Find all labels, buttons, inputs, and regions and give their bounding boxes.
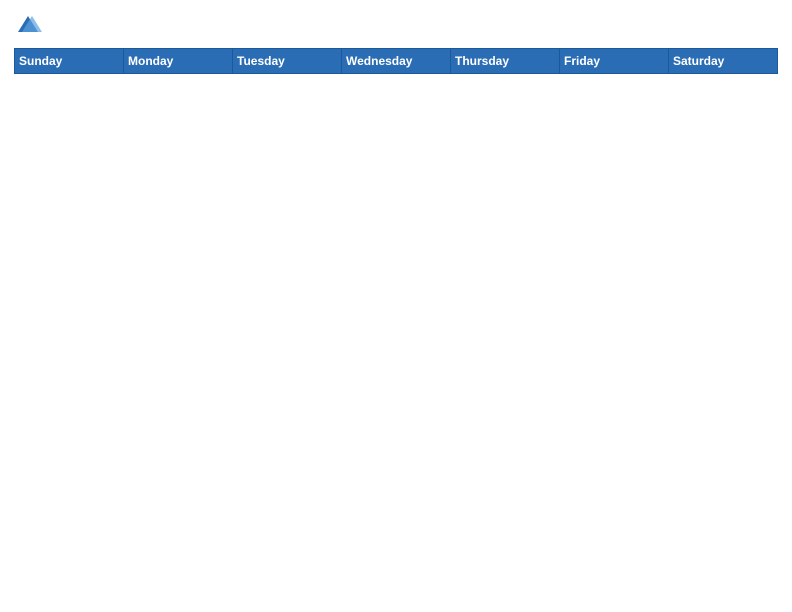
logo: [14, 12, 46, 40]
weekday-header-thursday: Thursday: [451, 49, 560, 74]
page: SundayMondayTuesdayWednesdayThursdayFrid…: [0, 0, 792, 612]
weekday-header-saturday: Saturday: [669, 49, 778, 74]
calendar-table: SundayMondayTuesdayWednesdayThursdayFrid…: [14, 48, 778, 602]
weekday-header-monday: Monday: [124, 49, 233, 74]
weekday-header-tuesday: Tuesday: [233, 49, 342, 74]
weekday-header-row: SundayMondayTuesdayWednesdayThursdayFrid…: [15, 49, 778, 74]
logo-icon: [14, 12, 42, 40]
weekday-header-friday: Friday: [560, 49, 669, 74]
header: [14, 12, 778, 40]
weekday-header-sunday: Sunday: [15, 49, 124, 74]
weekday-header-wednesday: Wednesday: [342, 49, 451, 74]
